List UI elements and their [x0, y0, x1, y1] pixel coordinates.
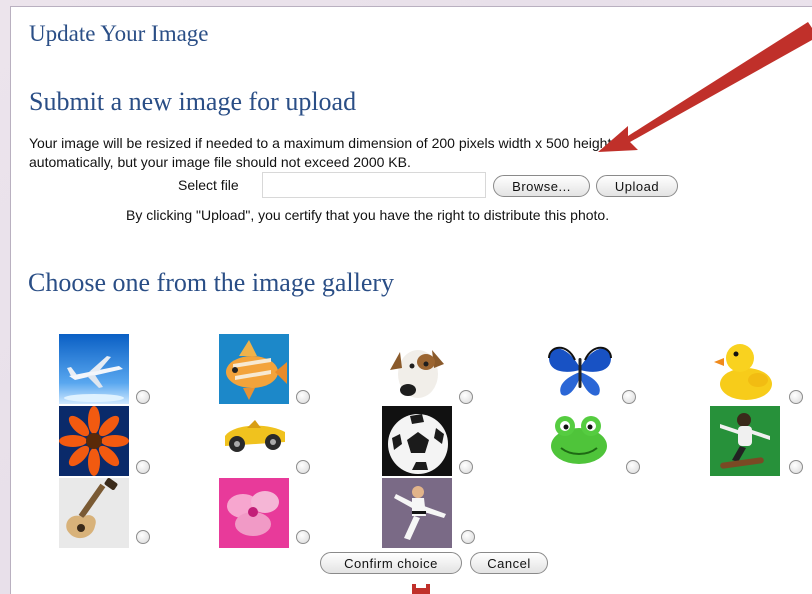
page-title: Update Your Image: [29, 21, 209, 46]
airplane-image: [59, 334, 129, 404]
guitar-image: [59, 478, 129, 548]
airplane-radio[interactable]: [136, 390, 150, 404]
frog-image: [545, 406, 615, 476]
pink-flower-radio[interactable]: [296, 530, 310, 544]
fish-image: [219, 334, 289, 404]
rubber-duck-icon: [710, 334, 780, 404]
dog-image: [382, 334, 452, 404]
butterfly-radio[interactable]: [622, 390, 636, 404]
guitar-radio[interactable]: [136, 530, 150, 544]
upload-heading: Submit a new image for upload: [29, 87, 357, 116]
race-car-radio[interactable]: [296, 460, 310, 474]
soccer-ball-radio[interactable]: [459, 460, 473, 474]
frog-radio[interactable]: [626, 460, 640, 474]
toy-car-icon: [219, 406, 289, 476]
file-path-input[interactable]: [262, 172, 486, 198]
upload-description: Your image will be resized if needed to …: [29, 134, 789, 172]
description-line-2: automatically, but your image file shoul…: [29, 154, 411, 170]
flower-image: [59, 406, 129, 476]
description-line-1: Your image will be resized if needed to …: [29, 135, 612, 151]
pink-flower-image: [219, 478, 289, 548]
bass-guitar-icon: [59, 478, 129, 548]
frog-icon: [545, 406, 615, 476]
browse-button[interactable]: Browse...: [493, 175, 590, 197]
soccer-ball-image: [382, 406, 452, 476]
fish-radio[interactable]: [296, 390, 310, 404]
cancel-button[interactable]: Cancel: [470, 552, 548, 574]
certify-text: By clicking "Upload", you certify that y…: [126, 207, 610, 223]
skateboarder-radio[interactable]: [789, 460, 803, 474]
orange-flower-icon: [59, 406, 129, 476]
flower-radio[interactable]: [136, 460, 150, 474]
soccer-ball-icon: [382, 406, 452, 476]
dog-radio[interactable]: [459, 390, 473, 404]
upload-button[interactable]: Upload: [596, 175, 678, 197]
duck-radio[interactable]: [789, 390, 803, 404]
butterfly-image: [545, 334, 615, 404]
select-file-label: Select file: [178, 177, 239, 193]
airplane-icon: [59, 334, 129, 404]
skateboarder-icon: [710, 406, 780, 476]
skateboarder-image: [710, 406, 780, 476]
karate-image: [382, 478, 452, 548]
pink-flower-icon: [219, 478, 289, 548]
butterfly-icon: [545, 334, 615, 404]
duck-image: [710, 334, 780, 404]
race-car-image: [219, 406, 289, 476]
fish-icon: [219, 334, 289, 404]
confirm-choice-button[interactable]: Confirm choice: [320, 552, 462, 574]
gallery-heading: Choose one from the image gallery: [28, 268, 395, 297]
dog-icon: [382, 334, 452, 404]
karate-icon: [382, 478, 452, 548]
karate-radio[interactable]: [461, 530, 475, 544]
